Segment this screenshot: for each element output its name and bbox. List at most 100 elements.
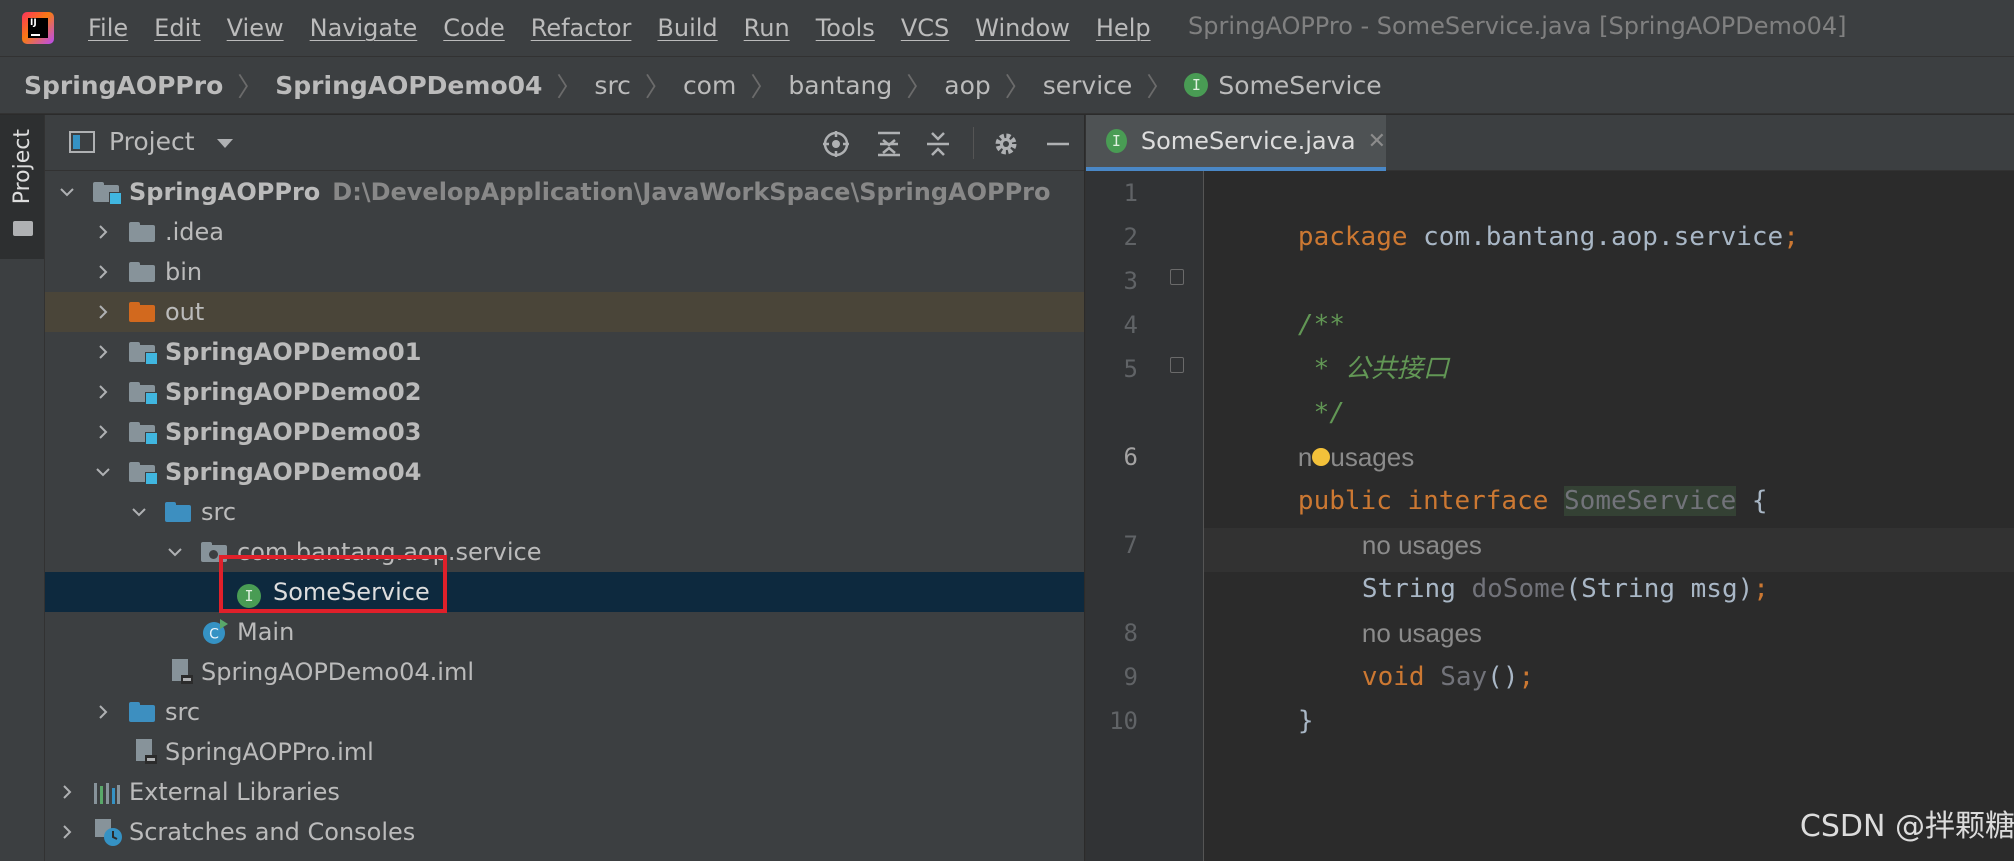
interface-icon: I bbox=[1106, 129, 1127, 153]
line-number: 8 bbox=[1123, 619, 1138, 647]
fold-marker-icon[interactable] bbox=[1170, 357, 1184, 373]
close-icon[interactable]: ✕ bbox=[1368, 129, 1386, 154]
breadcrumb-item-module[interactable]: SpringAOPDemo04 bbox=[275, 71, 542, 100]
menu-file[interactable]: File bbox=[88, 14, 128, 42]
breadcrumb-item-com[interactable]: com bbox=[683, 71, 736, 100]
breadcrumb-item-src[interactable]: src bbox=[594, 71, 631, 100]
menu-view[interactable]: View bbox=[227, 14, 284, 42]
tree-row-external-libraries[interactable]: External Libraries bbox=[45, 772, 1084, 812]
code-line: void Say(); bbox=[1268, 611, 2014, 692]
chevron-right-icon[interactable] bbox=[95, 704, 111, 720]
breadcrumb-item-service[interactable]: service bbox=[1043, 71, 1133, 100]
tree-row-idea[interactable]: .idea bbox=[45, 212, 1084, 252]
line-number: 3 bbox=[1123, 267, 1138, 295]
tree-row-iml[interactable]: SpringAOPDemo04.iml bbox=[45, 652, 1084, 692]
source-folder-icon bbox=[129, 700, 157, 724]
tree-row-src-root[interactable]: src bbox=[45, 692, 1084, 732]
menu-edit[interactable]: Edit bbox=[154, 14, 200, 42]
chevron-down-icon[interactable] bbox=[59, 184, 75, 200]
module-folder-icon bbox=[129, 380, 158, 405]
tree-row-src[interactable]: src bbox=[45, 492, 1084, 532]
tree-row-module[interactable]: SpringAOPDemo01 bbox=[45, 332, 1084, 372]
line-gutter: 1 2 3 4 5 6 7 8 9 10 bbox=[1086, 171, 1204, 861]
code-hint: no usages bbox=[1268, 479, 2014, 560]
menu-tools[interactable]: Tools bbox=[816, 14, 875, 42]
gear-icon[interactable] bbox=[991, 129, 1021, 159]
breadcrumb-separator-icon: 〉 bbox=[1004, 72, 1031, 103]
menu-refactor[interactable]: Refactor bbox=[531, 14, 632, 42]
breadcrumb-separator-icon: 〉 bbox=[556, 72, 583, 103]
tree-row-iml[interactable]: SpringAOPPro.iml bbox=[45, 732, 1084, 772]
chevron-down-icon[interactable] bbox=[167, 544, 183, 560]
watermark: CSDN @拌颗糖 bbox=[1799, 809, 2014, 844]
expand-all-icon[interactable] bbox=[874, 129, 904, 159]
code-line: public interface SomeService { bbox=[1204, 435, 2014, 516]
line-number: 10 bbox=[1109, 707, 1138, 735]
chevron-down-icon[interactable] bbox=[95, 464, 111, 480]
tree-row-someservice[interactable]: I SomeService bbox=[45, 572, 1084, 612]
menu-navigate[interactable]: Navigate bbox=[310, 14, 418, 42]
tree-row-module[interactable]: SpringAOPDemo02 bbox=[45, 372, 1084, 412]
menu-vcs[interactable]: VCS bbox=[901, 14, 949, 42]
breadcrumb-item-someservice[interactable]: SomeService bbox=[1218, 71, 1381, 100]
chevron-right-icon[interactable] bbox=[95, 264, 111, 280]
menu-help[interactable]: Help bbox=[1096, 14, 1151, 42]
chevron-right-icon[interactable] bbox=[59, 784, 75, 800]
chevron-right-icon[interactable] bbox=[95, 384, 111, 400]
interface-icon: I bbox=[237, 581, 265, 608]
tree-label: Scratches and Consoles bbox=[129, 818, 416, 846]
header-divider bbox=[973, 127, 974, 159]
iml-file-icon bbox=[167, 659, 195, 684]
folder-icon bbox=[129, 220, 157, 244]
tree-label: src bbox=[165, 698, 201, 726]
tree-row-main[interactable]: C Main bbox=[45, 612, 1084, 652]
tree-row-package[interactable]: com.bantang.aop.service bbox=[45, 532, 1084, 572]
tree-label: SpringAOPDemo02 bbox=[165, 378, 422, 406]
tree-label: bin bbox=[165, 258, 203, 286]
minimize-icon[interactable] bbox=[1043, 129, 1073, 159]
chevron-down-icon[interactable] bbox=[131, 504, 147, 520]
tree-row-scratches[interactable]: Scratches and Consoles bbox=[45, 812, 1084, 852]
menu-window[interactable]: Window bbox=[975, 14, 1070, 42]
tree-row-module-demo04[interactable]: SpringAOPDemo04 bbox=[45, 452, 1084, 492]
tree-label: SpringAOPDemo01 bbox=[165, 338, 422, 366]
tree-row-root[interactable]: SpringAOPPro D:\DevelopApplication\JavaWo… bbox=[45, 172, 1084, 212]
tree-row-bin[interactable]: bin bbox=[45, 252, 1084, 292]
chevron-right-icon[interactable] bbox=[95, 344, 111, 360]
project-panel-header: Project bbox=[45, 115, 1084, 171]
code-line: package com.bantang.aop.service; bbox=[1204, 171, 2014, 252]
breadcrumb-item-bantang[interactable]: bantang bbox=[788, 71, 892, 100]
left-tool-stripe: Project bbox=[0, 115, 45, 861]
menu-run[interactable]: Run bbox=[744, 14, 790, 42]
code-line: */ bbox=[1204, 347, 2014, 428]
line-number: 2 bbox=[1123, 223, 1138, 251]
locate-file-icon[interactable] bbox=[821, 129, 851, 159]
chevron-down-icon[interactable] bbox=[217, 139, 233, 148]
menu-build[interactable]: Build bbox=[657, 14, 717, 42]
breadcrumb-item-aop[interactable]: aop bbox=[944, 71, 990, 100]
chevron-right-icon[interactable] bbox=[95, 304, 111, 320]
tree-label: com.bantang.aop.service bbox=[237, 538, 542, 566]
tree-row-out[interactable]: out bbox=[45, 292, 1084, 332]
fold-marker-icon[interactable] bbox=[1170, 269, 1184, 285]
project-tool-window-tab[interactable]: Project bbox=[0, 115, 44, 259]
scratches-icon bbox=[93, 819, 122, 846]
tree-row-module[interactable]: SpringAOPDemo03 bbox=[45, 412, 1084, 452]
tree-label: SpringAOPDemo03 bbox=[165, 418, 422, 446]
collapse-all-icon[interactable] bbox=[923, 129, 953, 159]
menu-code[interactable]: Code bbox=[443, 14, 504, 42]
project-panel-title[interactable]: Project bbox=[109, 127, 195, 156]
tree-label: External Libraries bbox=[129, 778, 340, 806]
window-title: SpringAOPPro - SomeService.java [SpringA… bbox=[1188, 12, 1847, 40]
chevron-right-icon[interactable] bbox=[95, 224, 111, 240]
chevron-right-icon[interactable] bbox=[59, 824, 75, 840]
chevron-right-icon[interactable] bbox=[95, 424, 111, 440]
iml-file-icon bbox=[131, 739, 159, 764]
breadcrumb-item-project[interactable]: SpringAOPPro bbox=[24, 71, 223, 100]
semicolon: ; bbox=[1783, 222, 1799, 252]
tree-path: D:\DevelopApplication\JavaWorkSpace\Spri… bbox=[332, 178, 1051, 206]
intellij-logo-icon[interactable]: IJ bbox=[22, 12, 54, 44]
code-area[interactable]: package com.bantang.aop.service; /** * 公… bbox=[1204, 171, 2014, 861]
tab-someservice-java[interactable]: I SomeService.java ✕ bbox=[1086, 115, 1386, 171]
project-window-icon bbox=[69, 131, 95, 153]
